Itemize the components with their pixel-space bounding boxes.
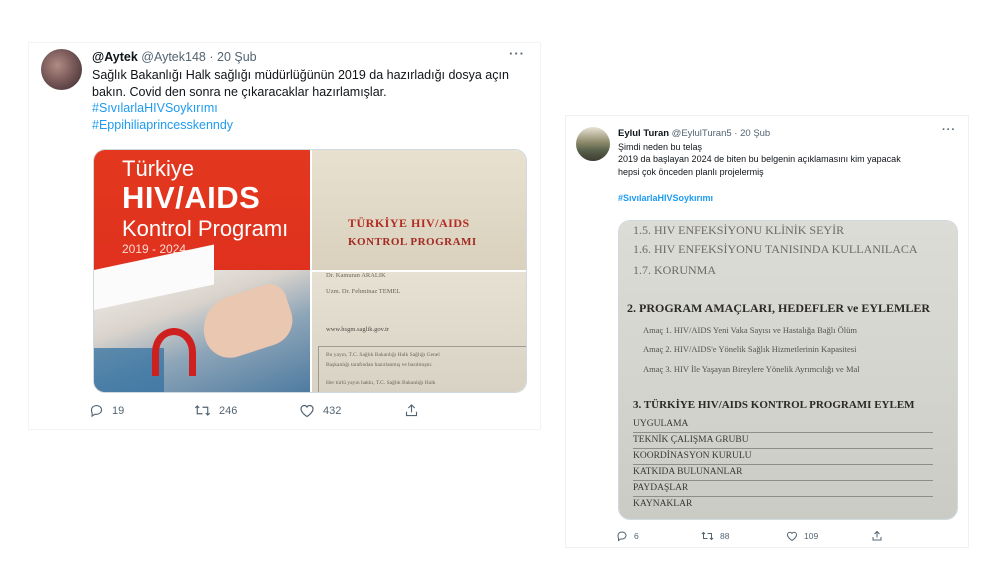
media-image-imprint[interactable]: Dr. Kamuran ARALIK Uzm. Dr. Fehminaz TEM…: [312, 272, 526, 392]
doc-line: KAYNAKLAR: [633, 499, 693, 509]
doc-line: Amaç 2. HIV/AIDS'e Yönelik Sağlık Hizmet…: [643, 344, 857, 354]
tweet-aytek[interactable]: @Aytek @Aytek148 · 20 Şub ··· Sağlık Bak…: [28, 42, 541, 430]
reply-icon: [617, 531, 627, 542]
doc-text: Başkanlığı tarafından hazırlanmış ve bas…: [326, 362, 433, 368]
reply-count: 19: [112, 404, 125, 417]
hashtag-link[interactable]: #Eppihiliaprincesskenndy: [92, 117, 532, 134]
cover-title: Türkiye: [122, 156, 195, 181]
doc-heading: 2. PROGRAM AMAÇLARI, HEDEFLER ve EYLEMLE…: [627, 301, 931, 315]
retweet-icon: [194, 405, 211, 416]
retweet-count: 88: [720, 531, 730, 541]
tweet-text: Şimdi neden bu telaş 2019 da başlayan 20…: [618, 141, 958, 205]
cover-title: HIV/AIDS: [122, 180, 261, 215]
doc-rule: [633, 448, 933, 449]
doc-line: Amaç 3. HIV İle Yaşayan Bireylere Yöneli…: [643, 364, 860, 374]
tweet-header: @Aytek @Aytek148 · 20 Şub: [92, 50, 257, 64]
avatar[interactable]: [576, 127, 610, 161]
like-icon: [786, 531, 798, 542]
display-name[interactable]: @Aytek: [92, 50, 138, 64]
more-icon[interactable]: ···: [942, 124, 956, 136]
tweet-text-line: bakın. Covid den sonra ne çıkaracaklar h…: [92, 84, 387, 99]
doc-text: Bu yayın, T.C. Sağlık Bakanlığı Halk Sağ…: [326, 352, 440, 358]
doc-line: Amaç 1. HIV/AIDS Yeni Vaka Sayısı ve Has…: [643, 325, 857, 335]
tweet-header: Eylul Turan @EylulTuran5 · 20 Şub: [618, 128, 770, 139]
tweet-date[interactable]: 20 Şub: [217, 50, 257, 64]
doc-line: UYGULAMA: [633, 419, 689, 429]
tweet-actions: 19 246 432: [89, 403, 509, 418]
display-name[interactable]: Eylul Turan: [618, 128, 669, 139]
like-count: 432: [323, 404, 342, 417]
reply-button[interactable]: 19: [89, 403, 194, 418]
user-handle[interactable]: @EylulTuran5: [672, 128, 732, 139]
share-button[interactable]: [404, 403, 509, 418]
tweet-text: Sağlık Bakanlığı Halk sağlığı müdürlüğün…: [92, 67, 532, 133]
media-image-document[interactable]: 1.5. HIV ENFEKSİYONU KLİNİK SEYİR 1.6. H…: [619, 221, 957, 519]
user-handle[interactable]: @Aytek148: [141, 50, 206, 64]
media-image-cover[interactable]: Türkiye HIV/AIDS Kontrol Programı 2019 -…: [94, 150, 310, 392]
hashtag-link[interactable]: #SıvılarlaHIVSoykırımı: [92, 100, 532, 117]
share-icon: [405, 404, 418, 417]
doc-text: Dr. Kamuran ARALIK: [326, 272, 386, 279]
like-button[interactable]: 432: [299, 403, 404, 418]
retweet-button[interactable]: 246: [194, 403, 299, 418]
reply-button[interactable]: 6: [616, 530, 701, 542]
doc-line: KATKIDA BULUNANLAR: [633, 467, 743, 477]
doc-heading: 3. TÜRKİYE HIV/AIDS KONTROL PROGRAMI EYL…: [633, 399, 915, 411]
reply-icon: [90, 404, 103, 418]
doc-title: TÜRKİYE HIV/AIDS: [348, 216, 470, 230]
avatar[interactable]: [41, 49, 82, 90]
doc-text: Her türlü yayın hakkı, T.C. Sağlık Bakan…: [326, 380, 436, 386]
like-count: 109: [804, 531, 819, 541]
separator-dot: ·: [734, 128, 738, 139]
doc-text: www.hsgm.saglik.gov.tr: [326, 326, 390, 333]
tweet-text-line: hepsi çok önceden planlı projelermiş: [618, 166, 764, 177]
tweet-eylul-turan[interactable]: Eylul Turan @EylulTuran5 · 20 Şub ··· Şi…: [565, 115, 969, 548]
doc-line: 1.5. HIV ENFEKSİYONU KLİNİK SEYİR: [633, 223, 845, 237]
doc-line: KOORDİNASYON KURULU: [633, 451, 752, 461]
doc-text: Uzm. Dr. Fehminaz TEMEL: [326, 288, 401, 295]
tweet-media[interactable]: 1.5. HIV ENFEKSİYONU KLİNİK SEYİR 1.6. H…: [618, 220, 958, 520]
doc-rule: [633, 480, 933, 481]
retweet-count: 246: [219, 404, 238, 417]
tweet-text-line: 2019 da başlayan 2024 de biten bu belgen…: [618, 154, 901, 165]
doc-line: 1.7. KORUNMA: [633, 263, 717, 277]
tweet-actions: 6 88 109: [616, 530, 956, 542]
doc-rule: [633, 432, 933, 433]
doc-line: PAYDAŞLAR: [633, 483, 689, 493]
retweet-icon: [701, 531, 714, 541]
tweet-text-line: Sağlık Bakanlığı Halk sağlığı müdürlüğün…: [92, 68, 509, 82]
like-icon: [300, 404, 314, 418]
doc-line: 1.6. HIV ENFEKSİYONU TANISINDA KULLANILA…: [633, 242, 918, 256]
tweet-date[interactable]: 20 Şub: [740, 128, 770, 139]
cover-title: Kontrol Programı: [122, 216, 289, 241]
doc-rule: [633, 464, 933, 465]
separator-dot: ·: [209, 50, 214, 64]
reply-count: 6: [634, 531, 639, 541]
doc-rule: [633, 496, 933, 497]
doc-line: TEKNİK ÇALIŞMA GRUBU: [633, 435, 749, 445]
more-icon[interactable]: ···: [509, 46, 525, 61]
hashtag-link[interactable]: #SıvılarlaHIVSoykırımı: [618, 192, 958, 204]
red-ribbon-icon: [152, 328, 196, 376]
media-image-title-page[interactable]: TÜRKİYE HIV/AIDS KONTROL PROGRAMI: [312, 150, 526, 270]
tweet-media[interactable]: Türkiye HIV/AIDS Kontrol Programı 2019 -…: [93, 149, 527, 393]
retweet-button[interactable]: 88: [701, 530, 786, 542]
doc-title: KONTROL PROGRAMI: [348, 236, 477, 248]
tweet-text-line: Şimdi neden bu telaş: [618, 142, 703, 152]
like-button[interactable]: 109: [786, 530, 871, 542]
share-button[interactable]: [871, 530, 956, 542]
share-icon: [872, 530, 882, 541]
cover-photo: [94, 244, 310, 392]
